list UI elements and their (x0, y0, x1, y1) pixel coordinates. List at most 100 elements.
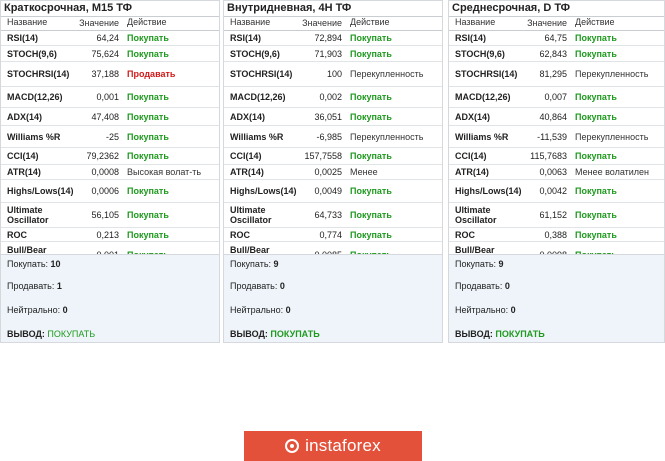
indicator-action: Высокая волат-ть (127, 167, 202, 177)
table-row: ATR(14) 0,0063 Менее волатилен (449, 165, 664, 180)
indicator-action: Покупать (575, 92, 617, 102)
indicator-value: 115,7683 (530, 151, 567, 161)
table-row: ATR(14) 0,0025 Менее (224, 165, 442, 180)
indicator-name: Highs/Lows(14) (230, 186, 297, 196)
indicator-rows: RSI(14) 64,24 Покупать STOCH(9,6) 75,624 Поку… (1, 31, 219, 268)
indicator-value: 0,0006 (91, 186, 119, 196)
indicator-name: CCI(14) (455, 151, 487, 161)
panel-medium-term: Среднесрочная, D ТФ Название Значение Де… (448, 0, 665, 343)
indicator-action: Покупать (127, 48, 169, 59)
indicator-value: 0,388 (544, 229, 567, 240)
indicator-value: 64,733 (314, 210, 342, 220)
header-action: Действие (127, 17, 167, 27)
indicator-value: 0,0063 (539, 167, 567, 177)
indicator-name: STOCH(9,6) (455, 48, 505, 59)
indicator-name: STOCHRSI(14) (455, 69, 518, 79)
indicator-name: RSI(14) (455, 33, 487, 43)
table-row: MACD(12,26) 0,007 Покупать (449, 87, 664, 108)
indicator-action: Покупать (350, 92, 392, 102)
indicator-name: ROC (230, 229, 250, 240)
indicator-value: 0,007 (544, 92, 567, 102)
table-row: CCI(14) 115,7683 Покупать (449, 148, 664, 165)
indicator-name: ADX(14) (455, 111, 491, 122)
table-row: Williams %R -6,985 Перекупленность (224, 126, 442, 148)
indicator-action: Продавать (127, 69, 176, 79)
header-value: Значение (302, 18, 342, 28)
indicator-value: 0,001 (96, 92, 119, 102)
header-name: Название (455, 17, 496, 27)
indicator-rows: RSI(14) 64,75 Покупать STOCH(9,6) 62,843 Поку… (449, 31, 664, 268)
indicator-value: -11,539 (537, 131, 567, 142)
indicator-name: Williams %R (7, 131, 61, 142)
indicator-value: 75,624 (91, 48, 119, 59)
indicator-action: Покупать (127, 111, 169, 122)
indicator-name: MACD(12,26) (7, 92, 63, 102)
panel-title: Среднесрочная, D ТФ (449, 1, 664, 17)
indicator-name: MACD(12,26) (455, 92, 511, 102)
indicator-name: ATR(14) (455, 167, 489, 177)
indicator-name: ROC (7, 229, 27, 240)
summary-neutral: Нейтрально: 0 (455, 305, 516, 315)
indicator-action: Покупать (350, 111, 392, 122)
summary-neutral: Нейтрально: 0 (230, 305, 291, 315)
table-header: Название Значение Действие (449, 17, 664, 31)
indicator-action: Покупать (127, 186, 169, 196)
table-row: MACD(12,26) 0,001 Покупать (1, 87, 219, 108)
indicator-action: Менее (350, 167, 378, 177)
summary-buy: Покупать: 10 (7, 259, 61, 269)
indicator-action: Покупать (575, 229, 617, 240)
indicator-value: -25 (105, 131, 119, 142)
table-row: ATR(14) 0,0008 Высокая волат-ть (1, 165, 219, 180)
indicator-action: Покупать (350, 151, 392, 161)
indicator-action: Покупать (127, 229, 169, 240)
table-row: RSI(14) 72,894 Покупать (224, 31, 442, 46)
indicator-action: Покупать (575, 111, 617, 122)
summary-neutral: Нейтрально: 0 (7, 305, 68, 315)
indicator-action: Покупать (575, 33, 617, 43)
indicator-name: ADX(14) (230, 111, 266, 122)
indicator-value: -6,985 (316, 131, 342, 142)
indicator-action: Покупать (350, 229, 392, 240)
indicator-value: 100 (326, 69, 342, 79)
indicator-action: Покупать (575, 210, 617, 220)
table-row: STOCH(9,6) 62,843 Покупать (449, 46, 664, 62)
summary-sell: Продавать: 0 (230, 281, 285, 291)
table-row: CCI(14) 157,7558 Покупать (224, 148, 442, 165)
table-row: ADX(14) 40,864 Покупать (449, 108, 664, 126)
table-row: Ultimate Oscillator 64,733 Покупать (224, 203, 442, 228)
indicator-value: 0,213 (96, 229, 119, 240)
indicator-value: 61,152 (539, 210, 567, 220)
summary-sell: Продавать: 1 (7, 281, 62, 291)
indicator-name: ATR(14) (230, 167, 264, 177)
header-value: Значение (527, 18, 567, 28)
header-value: Значение (79, 18, 119, 28)
indicator-action: Покупать (127, 33, 169, 43)
indicator-name: STOCHRSI(14) (230, 69, 293, 79)
panel-intraday: Внутридневная, 4H ТФ Название Значение Д… (223, 0, 443, 343)
table-row: RSI(14) 64,75 Покупать (449, 31, 664, 46)
indicator-value: 79,2362 (86, 151, 119, 161)
summary-buy: Покупать: 9 (230, 259, 279, 269)
table-row: Williams %R -25 Покупать (1, 126, 219, 148)
summary-box: Покупать: 9 Продавать: 0 Нейтрально: 0 В… (224, 254, 442, 342)
indicator-value: 0,0042 (539, 186, 567, 196)
logo-text: instaforex (305, 436, 381, 455)
indicator-name: CCI(14) (230, 151, 262, 161)
indicator-action: Покупать (350, 210, 392, 220)
indicator-value: 0,774 (319, 229, 342, 240)
indicator-name: RSI(14) (7, 33, 39, 43)
table-row: ROC 0,388 Покупать (449, 228, 664, 242)
panel-title: Краткосрочная, M15 ТФ (1, 1, 219, 17)
table-row: CCI(14) 79,2362 Покупать (1, 148, 219, 165)
table-row: Ultimate Oscillator 56,105 Покупать (1, 203, 219, 228)
indicator-value: 0,0049 (314, 186, 342, 196)
indicator-action: Перекупленность (575, 69, 649, 79)
table-row: MACD(12,26) 0,002 Покупать (224, 87, 442, 108)
table-row: Williams %R -11,539 Перекупленность (449, 126, 664, 148)
table-row: ADX(14) 36,051 Покупать (224, 108, 442, 126)
header-name: Название (230, 17, 271, 27)
indicator-name: MACD(12,26) (230, 92, 286, 102)
indicator-name: Ultimate Oscillator (230, 205, 272, 225)
indicator-action: Покупать (127, 92, 169, 102)
panel-title: Внутридневная, 4H ТФ (224, 1, 442, 17)
